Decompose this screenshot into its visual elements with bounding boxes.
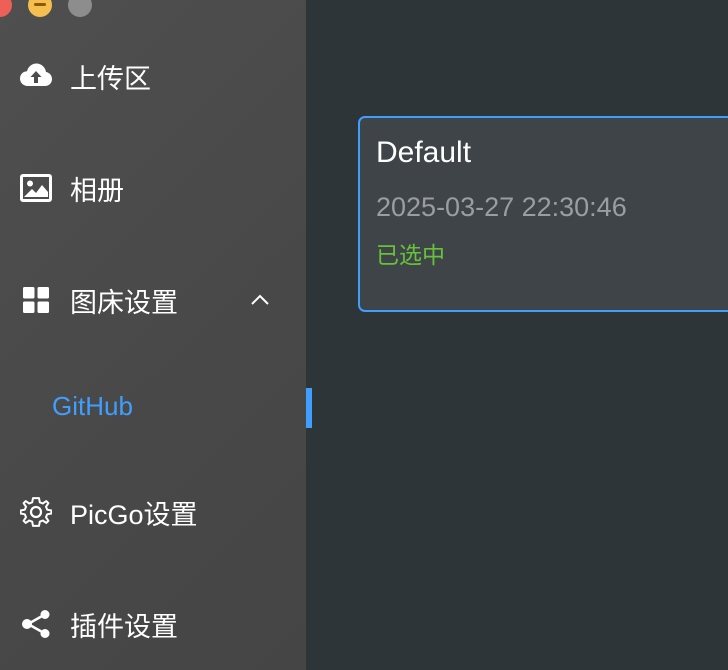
sidebar-item-picbed-settings[interactable]: 图床设置 xyxy=(0,270,306,330)
share-icon xyxy=(20,608,52,640)
sidebar-item-label: 图床设置 xyxy=(70,287,178,318)
config-card[interactable]: Default 2025-03-27 22:30:46 已选中 xyxy=(358,116,728,312)
sidebar-item-album[interactable]: 相册 xyxy=(0,158,306,218)
sidebar-item-label: PicGo设置 xyxy=(70,499,198,530)
active-indicator xyxy=(306,388,312,428)
config-name: Default xyxy=(376,136,472,169)
sidebar-item-picgo-settings[interactable]: PicGo设置 xyxy=(0,482,306,542)
app-window: 上传区 相册 图床设置 GitHub PicGo设置 插件设置 Default … xyxy=(0,0,728,670)
cloud-upload-icon xyxy=(20,60,52,92)
sidebar-item-upload[interactable]: 上传区 xyxy=(0,46,306,106)
zoom-window-button[interactable] xyxy=(68,0,92,17)
sidebar-item-plugin-settings[interactable]: 插件设置 xyxy=(0,594,306,654)
config-timestamp: 2025-03-27 22:30:46 xyxy=(376,192,627,222)
sidebar-item-label: 上传区 xyxy=(70,63,151,94)
sidebar: 上传区 相册 图床设置 GitHub PicGo设置 插件设置 xyxy=(0,0,306,670)
sidebar-item-label: 相册 xyxy=(70,175,124,206)
minimize-window-button[interactable] xyxy=(28,0,52,17)
close-window-button[interactable] xyxy=(0,0,12,17)
sidebar-item-label: 插件设置 xyxy=(70,611,178,642)
gear-icon xyxy=(20,496,52,528)
selected-status: 已选中 xyxy=(376,242,445,268)
chevron-up-icon[interactable] xyxy=(248,288,272,312)
grid-icon xyxy=(20,284,52,316)
sidebar-subitem-label: GitHub xyxy=(52,390,133,421)
sidebar-subitem-github[interactable]: GitHub xyxy=(0,378,306,434)
image-icon xyxy=(20,172,52,204)
